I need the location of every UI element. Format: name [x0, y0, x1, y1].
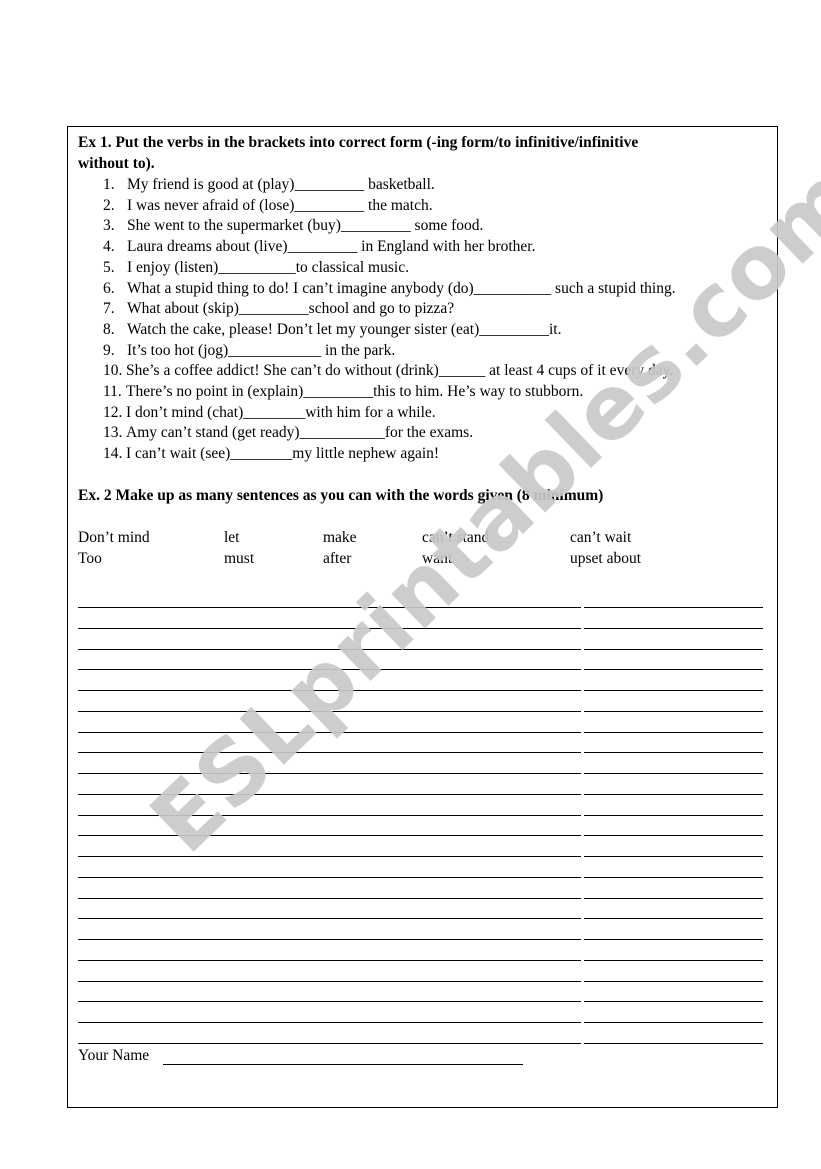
word-bank-item: Don’t mind [78, 529, 150, 546]
word-bank-item: want [422, 550, 453, 567]
exercise1-title-line2: without to). [78, 155, 155, 172]
writing-line-right[interactable] [584, 939, 763, 940]
writing-line[interactable] [78, 1001, 581, 1002]
writing-line[interactable] [78, 628, 581, 629]
item-number: 10. [103, 362, 123, 379]
writing-line-right[interactable] [584, 1001, 763, 1002]
writing-line[interactable] [78, 815, 581, 816]
writing-line-right[interactable] [584, 1022, 763, 1023]
writing-line-right[interactable] [584, 773, 763, 774]
item-text[interactable]: She’s a coffee addict! She can’t do with… [126, 362, 673, 380]
writing-line-right[interactable] [584, 690, 763, 691]
your-name-label: Your Name [78, 1047, 150, 1064]
item-number: 14. [103, 445, 123, 462]
writing-line[interactable] [78, 835, 581, 836]
writing-line[interactable] [78, 607, 581, 608]
exercise1-title-line1: Ex 1. Put the verbs in the brackets into… [78, 134, 639, 151]
writing-line[interactable] [78, 856, 581, 857]
writing-line-right[interactable] [584, 981, 763, 982]
writing-line-right[interactable] [584, 918, 763, 919]
writing-line-right[interactable] [584, 815, 763, 816]
writing-line[interactable] [78, 981, 581, 982]
item-number: 11. [103, 383, 122, 400]
writing-line-right[interactable] [584, 877, 763, 878]
writing-line[interactable] [78, 649, 581, 650]
writing-line-right[interactable] [584, 628, 763, 629]
writing-line[interactable] [78, 794, 581, 795]
item-number: 13. [103, 424, 123, 441]
item-number: 4. [103, 238, 115, 255]
writing-line[interactable] [78, 1043, 581, 1044]
writing-line[interactable] [78, 939, 581, 940]
item-number: 5. [103, 259, 115, 276]
item-text[interactable]: What a stupid thing to do! I can’t imagi… [127, 280, 676, 298]
word-bank-item: after [323, 550, 352, 567]
item-text[interactable]: I can’t wait (see)________my little neph… [126, 445, 439, 463]
writing-line-right[interactable] [584, 752, 763, 753]
writing-line-right[interactable] [584, 856, 763, 857]
writing-line-right[interactable] [584, 649, 763, 650]
writing-line-right[interactable] [584, 711, 763, 712]
writing-line-right[interactable] [584, 1043, 763, 1044]
writing-line[interactable] [78, 898, 581, 899]
item-text[interactable]: I was never afraid of (lose)_________ th… [127, 197, 433, 215]
item-text[interactable]: She went to the supermarket (buy)_______… [127, 217, 483, 235]
item-number: 1. [103, 176, 115, 193]
word-bank-item: can’t stand [422, 529, 490, 546]
writing-line[interactable] [78, 960, 581, 961]
writing-line[interactable] [78, 752, 581, 753]
word-bank-item: must [224, 550, 255, 567]
word-bank-item: Too [78, 550, 102, 567]
writing-line-right[interactable] [584, 898, 763, 899]
word-bank-item: can’t wait [570, 529, 632, 546]
item-number: 7. [103, 300, 115, 317]
writing-line-right[interactable] [584, 732, 763, 733]
writing-line-right[interactable] [584, 835, 763, 836]
item-number: 8. [103, 321, 115, 338]
item-text[interactable]: There’s no point in (explain)_________th… [126, 383, 583, 401]
writing-line-right[interactable] [584, 960, 763, 961]
exercise2-title: Ex. 2 Make up as many sentences as you c… [78, 487, 604, 504]
writing-line[interactable] [78, 732, 581, 733]
writing-line[interactable] [78, 773, 581, 774]
item-number: 12. [103, 404, 123, 421]
writing-line[interactable] [78, 877, 581, 878]
item-number: 9. [103, 342, 115, 359]
writing-line-right[interactable] [584, 607, 763, 608]
item-number: 3. [103, 217, 115, 234]
word-bank-item: let [224, 529, 240, 546]
item-text[interactable]: My friend is good at (play)_________ bas… [127, 176, 435, 194]
your-name-field[interactable] [163, 1064, 523, 1065]
item-text[interactable]: What about (skip)_________school and go … [127, 300, 454, 318]
item-text[interactable]: Amy can’t stand (get ready)___________fo… [126, 424, 473, 442]
writing-line[interactable] [78, 711, 581, 712]
writing-line[interactable] [78, 1022, 581, 1023]
item-text[interactable]: I don’t mind (chat)________with him for … [126, 404, 436, 422]
writing-line[interactable] [78, 918, 581, 919]
writing-line[interactable] [78, 669, 581, 670]
word-bank-item: upset about [570, 550, 642, 567]
writing-line[interactable] [78, 690, 581, 691]
writing-line-right[interactable] [584, 794, 763, 795]
item-text[interactable]: Watch the cake, please! Don’t let my you… [127, 321, 561, 339]
item-number: 6. [103, 280, 115, 297]
word-bank-item: make [323, 529, 357, 546]
writing-line-right[interactable] [584, 669, 763, 670]
item-number: 2. [103, 197, 115, 214]
item-text[interactable]: It’s too hot (jog)____________ in the pa… [127, 342, 395, 360]
item-text[interactable]: Laura dreams about (live)_________ in En… [127, 238, 536, 256]
item-text[interactable]: I enjoy (listen)__________to classical m… [127, 259, 409, 277]
